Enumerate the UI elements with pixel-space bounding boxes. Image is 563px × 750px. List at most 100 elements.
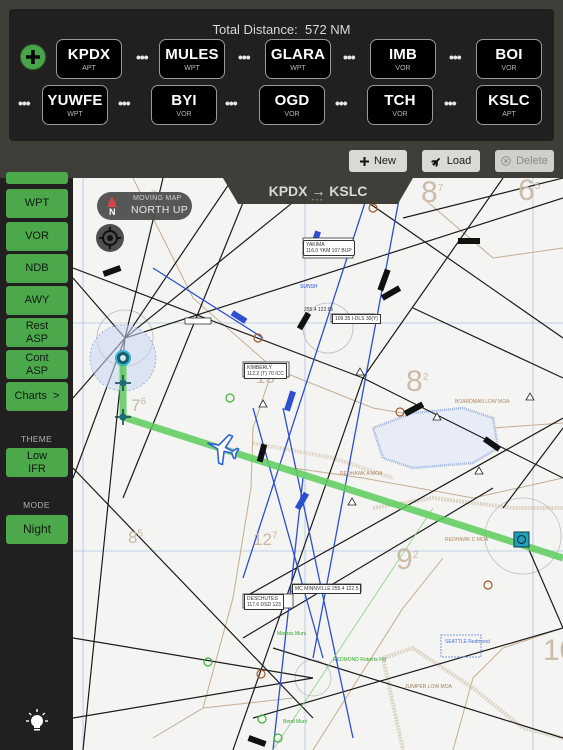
freq-255-label: 255.4 122.65: [304, 307, 334, 313]
waypoint-chip[interactable]: GLARA WPT: [265, 39, 331, 79]
layer-label: Rest ASP: [25, 319, 49, 345]
center-on-location-button[interactable]: [96, 224, 124, 252]
waypoint-id: BYI: [171, 92, 197, 109]
layer-toggle-wpt[interactable]: WPT: [6, 189, 68, 218]
waypoint-chip[interactable]: KPDX APT: [56, 39, 122, 79]
chart-map[interactable]: 107 87 135 76 82 85 127 92 10 65 YAKIMA1…: [73, 178, 563, 750]
navaid-box-deschutes[interactable]: DESCHUTES 117.6 DSD 123: [244, 594, 284, 610]
layer-label: AWY: [24, 294, 50, 307]
moa-label-juniper: JUNIPER LOW MOA: [405, 684, 452, 690]
mea-grid-number: 76: [131, 396, 147, 415]
seattle-redmond-label: SEATTLE Redmond: [445, 639, 490, 645]
moa-label-redhawk-c: REDHAWK C MOA: [445, 537, 489, 543]
waypoint-id: OGD: [274, 92, 310, 109]
navaid-box-kimberly[interactable]: KIMBERLY 112.2 (T) 70 ICC: [244, 363, 287, 379]
theme-label: THEME: [20, 434, 53, 444]
mea-grid-number: 92: [396, 543, 419, 576]
waypoint-chip[interactable]: OGD VOR: [259, 85, 325, 125]
airport-label-redmond: REDMOND Roberts Fld: [333, 657, 387, 663]
plus-icon: [359, 156, 369, 166]
compass-icon: N: [99, 193, 125, 219]
route-separator[interactable]: •••: [335, 95, 348, 111]
frequency-box[interactable]: 109.35 I-DLS 30(Y): [332, 314, 382, 324]
waypoint-chip[interactable]: IMB VOR: [370, 39, 436, 79]
add-waypoint-button[interactable]: [20, 44, 46, 70]
moa-label-redhawk-a: REDHAWK A MOA: [340, 471, 383, 477]
new-route-label: New: [373, 155, 396, 167]
waypoint-id: KSLC: [488, 92, 530, 109]
waypoint-type: VOR: [176, 111, 192, 118]
waypoint-type: WPT: [67, 111, 83, 118]
layer-label: NDB: [25, 262, 49, 275]
waypoint-id: MULES: [165, 46, 219, 63]
waypoint-type: VOR: [392, 111, 408, 118]
waypoint-chip[interactable]: KSLC APT: [476, 85, 542, 125]
x-circle-icon: [501, 156, 511, 166]
route-separator[interactable]: •••: [18, 95, 31, 111]
layer-toggle-vor[interactable]: VOR: [6, 222, 68, 251]
app-root: Total Distance: 572 NM KPDX APT ••• MULE…: [0, 0, 563, 750]
crosshair-icon: [99, 227, 121, 249]
waypoint-id: YUWFE: [47, 92, 103, 109]
route-separator[interactable]: •••: [444, 95, 457, 111]
delete-route-label: Delete: [516, 155, 548, 167]
route-separator[interactable]: •••: [118, 95, 131, 111]
waypoint-type: WPT: [184, 65, 200, 72]
layer-toggle-rest-asp[interactable]: Rest ASP: [6, 318, 68, 347]
layer-label: VOR: [25, 230, 49, 243]
mode-button[interactable]: Night: [6, 515, 68, 544]
map-orientation-toggle[interactable]: N MOVING MAP NORTH UP: [97, 192, 192, 220]
total-distance-label: Total Distance:: [212, 22, 298, 37]
sidebar-partial-button[interactable]: [6, 172, 68, 184]
navaid-box-mc-minnville[interactable]: MC MINNVILLE 255.4 122.5: [292, 584, 362, 594]
total-distance: Total Distance: 572 NM: [9, 22, 554, 37]
aircraft-icon: [207, 434, 240, 466]
orientation-mode-label: MOVING MAP: [133, 195, 182, 202]
waypoint-chip[interactable]: BOI VOR: [476, 39, 542, 79]
layer-toggle-awy[interactable]: AWY: [6, 286, 68, 315]
freq-label: [299, 315, 303, 317]
route-separator[interactable]: •••: [449, 49, 462, 65]
airport-label-madras: Madras Muni: [277, 631, 306, 637]
waypoint-chip[interactable]: YUWFE WPT: [42, 85, 108, 125]
mea-grid-number: 10: [543, 634, 563, 667]
sidebar: WPT VOR NDB AWY Rest ASP Cont ASP Charts…: [0, 172, 73, 750]
waypoint-chip[interactable]: TCH VOR: [367, 85, 433, 125]
mea-grid-number: 87: [421, 178, 444, 209]
mea-grid-number: 65: [518, 178, 541, 207]
layer-label: Charts >: [14, 390, 60, 403]
load-route-button[interactable]: Load: [422, 150, 480, 172]
plus-circle-icon: [26, 50, 40, 64]
enroute-chart-graphics: [73, 178, 563, 750]
waypoint-id: KPDX: [67, 46, 111, 63]
navaid-box-yakima[interactable]: YAKIMA 116.0 YKM 107 BUP: [303, 240, 355, 256]
new-route-button[interactable]: New: [349, 150, 407, 172]
load-route-label: Load: [446, 155, 472, 167]
mea-grid-number: 85: [128, 528, 144, 547]
lightbulb-icon[interactable]: [24, 708, 50, 734]
charts-menu-button[interactable]: Charts >: [6, 382, 68, 411]
layer-toggle-ndb[interactable]: NDB: [6, 254, 68, 283]
route-banner[interactable]: KPDX → KSLC •••: [223, 178, 413, 204]
waypoint-chip[interactable]: MULES WPT: [159, 39, 225, 79]
waypoint-chip[interactable]: BYI VOR: [151, 85, 217, 125]
delete-route-button[interactable]: Delete: [495, 150, 554, 172]
waypoint-id: GLARA: [270, 46, 326, 63]
waypoint-type: WPT: [290, 65, 306, 72]
route-separator[interactable]: •••: [238, 49, 251, 65]
layer-label: WPT: [24, 197, 50, 210]
route-banner-title: KPDX → KSLC: [268, 183, 368, 199]
moa-label-boardman: BOARDMAN LOW MOA: [455, 399, 510, 405]
orientation-value: NORTH UP: [131, 204, 189, 216]
theme-button[interactable]: Low IFR: [6, 448, 68, 477]
route-separator[interactable]: •••: [343, 49, 356, 65]
route-waypoint-kpdx: [115, 350, 131, 366]
layer-toggle-cont-asp[interactable]: Cont ASP: [6, 350, 68, 379]
waypoint-type: VOR: [284, 111, 300, 118]
route-separator[interactable]: •••: [225, 95, 238, 111]
layer-label: Cont ASP: [25, 351, 49, 377]
route-separator[interactable]: •••: [136, 49, 149, 65]
mode-label: MODE: [23, 500, 50, 510]
page-indicator: •••: [311, 198, 325, 204]
airport-label-bend: Bend Muni: [283, 719, 307, 725]
